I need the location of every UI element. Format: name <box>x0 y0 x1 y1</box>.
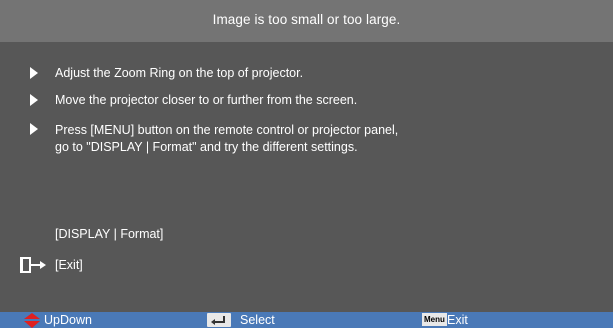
display-format-link[interactable]: [DISPLAY | Format] <box>55 227 163 241</box>
step-text-line-1: Press [MENU] button on the remote contro… <box>55 123 399 137</box>
exit-hint-label: Exit <box>447 313 468 327</box>
select-hint-label: Select <box>240 313 275 327</box>
osd-help-dialog: Image is too small or too large. Adjust … <box>0 0 613 328</box>
up-down-arrow-icon <box>24 313 40 328</box>
triangle-right-icon <box>30 94 38 106</box>
menu-key-icon: Menu <box>422 313 447 326</box>
footer-hint-bar: UpDown Select Menu Exit <box>0 312 613 328</box>
step-text: Move the projector closer to or further … <box>55 93 358 107</box>
step-text: Press [MENU] button on the remote contro… <box>55 122 398 156</box>
updown-hint-label: UpDown <box>44 313 92 327</box>
exit-door-icon <box>20 257 46 273</box>
triangle-right-icon <box>30 67 38 79</box>
step-text: Adjust the Zoom Ring on the top of proje… <box>55 66 304 80</box>
step-text-line-2: go to "DISPLAY | Format" and try the dif… <box>55 140 358 154</box>
exit-option[interactable]: [Exit] <box>55 258 83 272</box>
enter-key-icon <box>207 313 231 327</box>
triangle-right-icon <box>30 123 38 135</box>
dialog-body: Adjust the Zoom Ring on the top of proje… <box>0 42 613 312</box>
dialog-title: Image is too small or too large. <box>212 11 401 27</box>
title-bar: Image is too small or too large. <box>0 0 613 42</box>
